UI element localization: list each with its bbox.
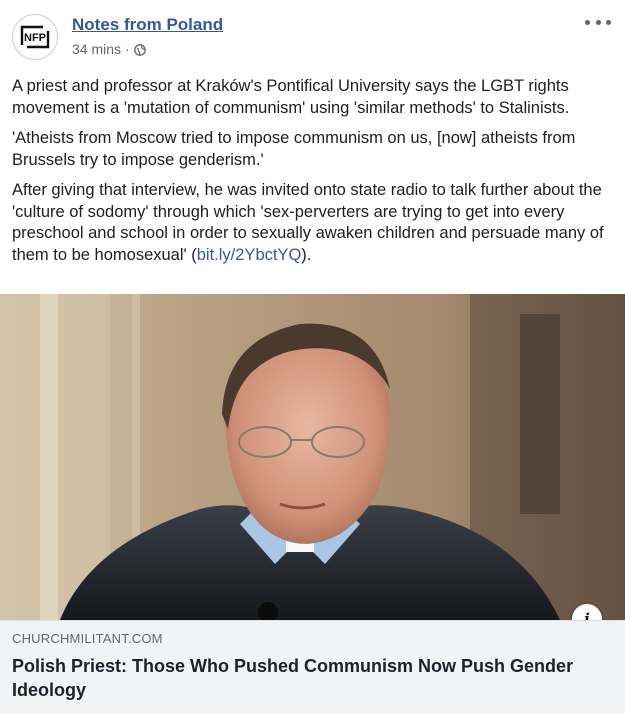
post-meta: 34 mins · <box>72 41 146 57</box>
post-timestamp[interactable]: 34 mins <box>72 41 121 57</box>
post-paragraph-3: After giving that interview, he was invi… <box>12 180 612 266</box>
post-photo[interactable] <box>0 294 625 620</box>
source-link[interactable]: bit.ly/2YbctYQ <box>197 246 302 264</box>
post-text: A priest and professor at Kraków's Ponti… <box>12 76 612 275</box>
link-preview-card[interactable]: CHURCHMILITANT.COM Polish Priest: Those … <box>0 620 625 714</box>
meta-separator: · <box>125 41 130 57</box>
priest-photo <box>0 294 625 620</box>
more-options-icon[interactable] <box>585 16 611 28</box>
link-title[interactable]: Polish Priest: Those Who Pushed Communis… <box>12 654 602 702</box>
page-avatar[interactable]: NFP <box>12 14 58 60</box>
post-paragraph-2: 'Atheists from Moscow tried to impose co… <box>12 129 576 169</box>
avatar-text: NFP <box>24 32 46 44</box>
post-paragraph-1: A priest and professor at Kraków's Ponti… <box>12 77 570 117</box>
globe-icon[interactable] <box>133 43 146 56</box>
nfp-logo: NFP <box>14 16 56 58</box>
paragraph-3-end: ). <box>301 245 312 264</box>
link-domain: CHURCHMILITANT.COM <box>12 631 163 646</box>
post-header: NFP Notes from Poland 34 mins · <box>0 0 625 70</box>
facebook-post: NFP Notes from Poland 34 mins · A priest… <box>0 0 625 714</box>
page-name-link[interactable]: Notes from Poland <box>72 15 223 35</box>
